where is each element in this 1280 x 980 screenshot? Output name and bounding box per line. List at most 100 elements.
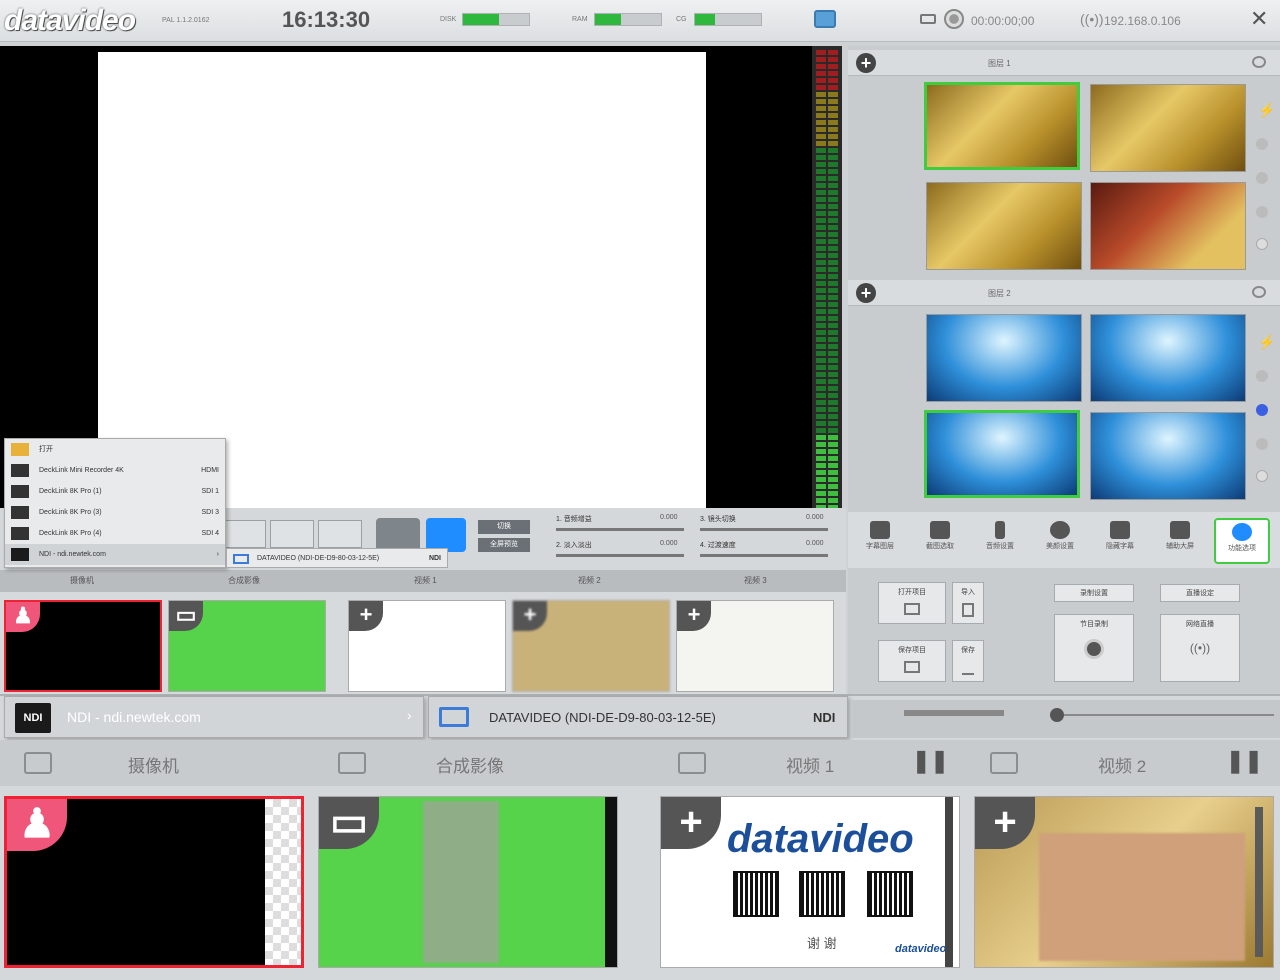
layer-2-thumb-4[interactable] xyxy=(1090,412,1246,500)
monitor-icon xyxy=(233,554,249,564)
source-video-2[interactable]: + xyxy=(512,600,670,692)
stream-settings-button[interactable]: 直播设定 xyxy=(1160,584,1240,602)
zoom-tab-video-2[interactable]: 视频 2 xyxy=(1098,752,1146,777)
tab-camera[interactable]: 摄像机 xyxy=(70,575,94,586)
record-format-icon[interactable] xyxy=(920,14,936,24)
layer-2-thumb-2[interactable] xyxy=(1090,314,1246,402)
layer-2-thumb-1[interactable] xyxy=(926,314,1082,402)
source-camera[interactable]: ♟ xyxy=(4,600,162,692)
zoom-source-composite[interactable]: ▭ xyxy=(318,796,618,968)
scrollbar[interactable] xyxy=(1255,807,1263,957)
menu-open[interactable]: 打开 xyxy=(5,439,225,460)
zoom-source-camera[interactable]: ♟ xyxy=(4,796,304,968)
menu-item[interactable]: DeckLink 8K Pro (1) SDI 1 xyxy=(5,481,225,502)
transition-slot-1[interactable] xyxy=(222,520,266,548)
take-button[interactable]: 切换 xyxy=(478,520,530,534)
source-composite[interactable]: ▭ xyxy=(168,600,326,692)
record-button[interactable] xyxy=(944,9,964,29)
transition-slot-2[interactable] xyxy=(270,520,314,548)
vu-segment xyxy=(828,435,838,440)
save-button[interactable]: 保存 xyxy=(952,640,984,682)
live-stream-button[interactable]: 网络直播 ((•)) xyxy=(1160,614,1240,682)
slot-dot[interactable] xyxy=(1256,438,1268,450)
open-project-button[interactable]: 打开项目 xyxy=(878,582,946,624)
vu-segment xyxy=(816,225,826,230)
menu-item-ndi[interactable]: NDI - ndi.newtek.com › xyxy=(5,544,225,565)
ndi-submenu[interactable]: DATAVIDEO (NDI-DE-D9-80-03-12-5E) NDI xyxy=(226,548,448,568)
user-icon: ♟ xyxy=(6,602,40,632)
zoom-slider-rail[interactable] xyxy=(1064,714,1274,716)
save-project-button[interactable]: 保存项目 xyxy=(878,640,946,682)
beauty-button[interactable]: 美颜设置 xyxy=(1036,518,1084,564)
add-layer-2-button[interactable]: + xyxy=(856,283,876,303)
zoom-source-video-2[interactable]: + xyxy=(974,796,1274,968)
multiview-button[interactable]: 辅助大屏 xyxy=(1156,518,1204,564)
settings-button[interactable]: 功能选项 xyxy=(1214,518,1270,564)
transition-slot-3[interactable] xyxy=(318,520,362,548)
zoom-tab-video-1[interactable]: 视频 1 xyxy=(786,752,834,777)
audio-button[interactable]: 音频设置 xyxy=(976,518,1024,564)
slider-3-value: 0.000 xyxy=(806,514,824,521)
cloud-icon[interactable] xyxy=(1256,238,1268,250)
transition-knob[interactable] xyxy=(376,518,420,552)
slot-dot-active[interactable] xyxy=(1256,404,1268,416)
flash-icon[interactable]: ⚡ xyxy=(1258,334,1275,351)
slot-dot[interactable] xyxy=(1256,370,1268,382)
source-video-3[interactable]: + xyxy=(676,600,834,692)
source-video-1[interactable]: + xyxy=(348,600,506,692)
source-thumbnail-row: ♟ ▭ + + + xyxy=(0,592,846,694)
vu-segment xyxy=(816,141,826,146)
zoom-slider-track[interactable] xyxy=(904,710,1004,716)
slider-2[interactable] xyxy=(556,554,684,557)
menu-item[interactable]: DeckLink 8K Pro (3) SDI 3 xyxy=(5,502,225,523)
cloud-icon[interactable] xyxy=(1256,470,1268,482)
slider-4-label: 4. 过渡速度 xyxy=(700,542,736,549)
vu-segment xyxy=(828,358,838,363)
add-layer-1-button[interactable]: + xyxy=(856,53,876,73)
menu-item[interactable]: DeckLink 8K Pro (4) SDI 4 xyxy=(5,523,225,544)
layer-1-thumb-2[interactable] xyxy=(1090,84,1246,172)
slot-dot[interactable] xyxy=(1256,206,1268,218)
vu-segment xyxy=(828,295,838,300)
auto-button[interactable]: 全屏预览 xyxy=(478,538,530,552)
record-settings-button[interactable]: 录制设置 xyxy=(1054,584,1134,602)
card-thanks-text: 谢 谢 xyxy=(807,936,837,951)
zoom-tab-camera[interactable]: 摄像机 xyxy=(128,752,179,777)
flash-icon[interactable]: ⚡ xyxy=(1258,102,1275,119)
tab-composite[interactable]: 合成影像 xyxy=(228,575,260,586)
slider-4[interactable] xyxy=(700,554,828,557)
program-record-button[interactable]: 节目录制 xyxy=(1054,614,1134,682)
captions-button[interactable]: 隐藏字幕 xyxy=(1096,518,1144,564)
layer-1-thumb-4[interactable] xyxy=(1090,182,1246,270)
slot-dot[interactable] xyxy=(1256,172,1268,184)
pause-icon[interactable]: ❚❚ xyxy=(1226,748,1263,774)
layer-1-thumb-1[interactable] xyxy=(924,82,1080,170)
snapshot-camera-icon[interactable] xyxy=(814,10,836,28)
visibility-icon[interactable] xyxy=(1252,56,1266,68)
import-button[interactable]: 导入 xyxy=(952,582,984,624)
zoom-tab-composite[interactable]: 合成影像 xyxy=(436,752,504,777)
zoom-source-video-1[interactable]: + datavideo 谢 谢 datavideo xyxy=(660,796,960,968)
tab-video-3[interactable]: 视频 3 xyxy=(744,575,767,586)
import-label: 导入 xyxy=(961,589,975,596)
vu-segment xyxy=(828,260,838,265)
pause-icon[interactable]: ❚❚ xyxy=(912,748,949,774)
layer-1-thumb-3[interactable] xyxy=(926,182,1082,270)
zoom-ndi-device-item[interactable]: DATAVIDEO (NDI-DE-D9-80-03-12-5E) NDI xyxy=(428,696,848,738)
zoom-slider-thumb[interactable] xyxy=(1050,708,1064,722)
slider-3[interactable] xyxy=(700,528,828,531)
menu-item[interactable]: DeckLink Mini Recorder 4K HDMI xyxy=(5,460,225,481)
close-button[interactable]: ✕ xyxy=(1250,6,1268,32)
transition-active-button[interactable] xyxy=(426,518,466,552)
snapshot-button[interactable]: 截图选取 xyxy=(916,518,964,564)
tab-video-1[interactable]: 视频 1 xyxy=(414,575,437,586)
slot-dot[interactable] xyxy=(1256,138,1268,150)
layer-2-thumb-3[interactable] xyxy=(924,410,1080,498)
visibility-icon[interactable] xyxy=(1252,286,1266,298)
scrollbar[interactable] xyxy=(945,797,953,967)
slider-1[interactable] xyxy=(556,528,684,531)
layers-button[interactable]: 字幕图层 xyxy=(856,518,904,564)
tab-video-2[interactable]: 视频 2 xyxy=(578,575,601,586)
vu-segment xyxy=(816,365,826,370)
zoom-ndi-source-item[interactable]: NDI NDI - ndi.newtek.com › xyxy=(4,696,424,738)
